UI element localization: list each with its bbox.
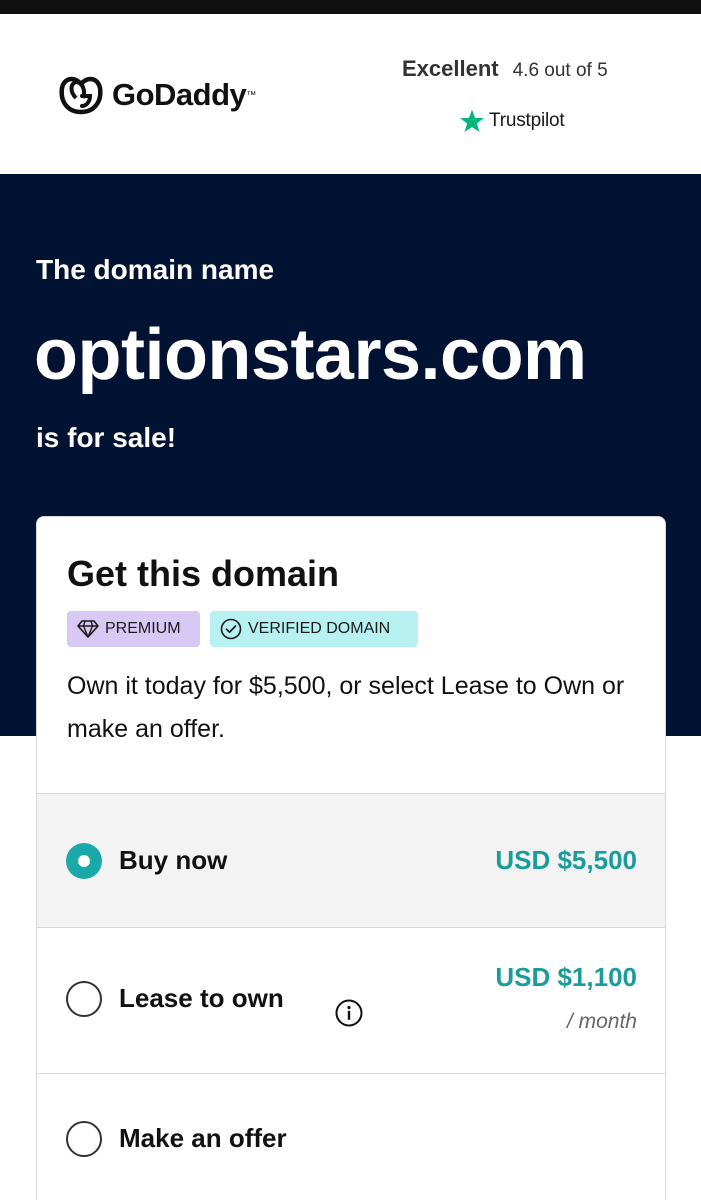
buy-now-radio[interactable] xyxy=(66,843,102,879)
logo-text: GoDaddy xyxy=(112,77,247,112)
trustpilot-label: Trustpilot xyxy=(489,110,565,131)
verified-badge-label: VERIFIED DOMAIN xyxy=(248,620,391,637)
domain-name-title: optionstars.com xyxy=(34,315,587,395)
rating-word: Excellent xyxy=(402,56,499,81)
lease-to-own-period: / month xyxy=(566,1010,637,1033)
check-circle-icon xyxy=(220,618,242,640)
make-offer-radio[interactable] xyxy=(66,1121,102,1157)
purchase-card: Get this domain PREMIUM VERIFIED DOMAIN … xyxy=(36,516,666,1200)
verified-domain-badge: VERIFIED DOMAIN xyxy=(210,611,418,647)
trademark-mark: ™ xyxy=(246,89,257,101)
diamond-icon xyxy=(77,620,99,638)
godaddy-logo-icon xyxy=(59,76,103,115)
card-description: Own it today for $5,500, or select Lease… xyxy=(67,672,625,743)
site-header: GoDaddy ™ Excellent 4.6 out of 5 Trustpi… xyxy=(0,14,701,174)
rating-score: 4.6 out of 5 xyxy=(512,60,608,81)
trustpilot-star-icon xyxy=(460,109,484,133)
trustpilot-rating[interactable]: Excellent 4.6 out of 5 xyxy=(402,56,608,82)
make-offer-label: Make an offer xyxy=(119,1123,287,1153)
status-bar xyxy=(0,0,701,14)
buy-now-label: Buy now xyxy=(119,845,228,875)
option-make-offer[interactable]: Make an offer xyxy=(37,1073,665,1200)
lease-to-own-price: USD $1,100 xyxy=(495,962,637,992)
godaddy-logo[interactable]: GoDaddy ™ xyxy=(56,72,256,118)
info-icon[interactable] xyxy=(334,998,364,1028)
option-buy-now[interactable]: Buy now USD $5,500 xyxy=(37,793,665,927)
buy-now-price: USD $5,500 xyxy=(495,845,637,875)
hero-post-text: is for sale! xyxy=(36,422,177,453)
lease-to-own-radio[interactable] xyxy=(66,981,102,1017)
trustpilot-brand[interactable]: Trustpilot xyxy=(459,108,565,134)
premium-badge: PREMIUM xyxy=(67,611,200,647)
hero-pre-text: The domain name xyxy=(36,254,275,285)
lease-to-own-label: Lease to own xyxy=(119,983,284,1013)
premium-badge-label: PREMIUM xyxy=(105,620,181,637)
card-title: Get this domain xyxy=(67,553,340,594)
option-lease-to-own[interactable]: Lease to own USD $1,100 / month xyxy=(37,927,665,1073)
